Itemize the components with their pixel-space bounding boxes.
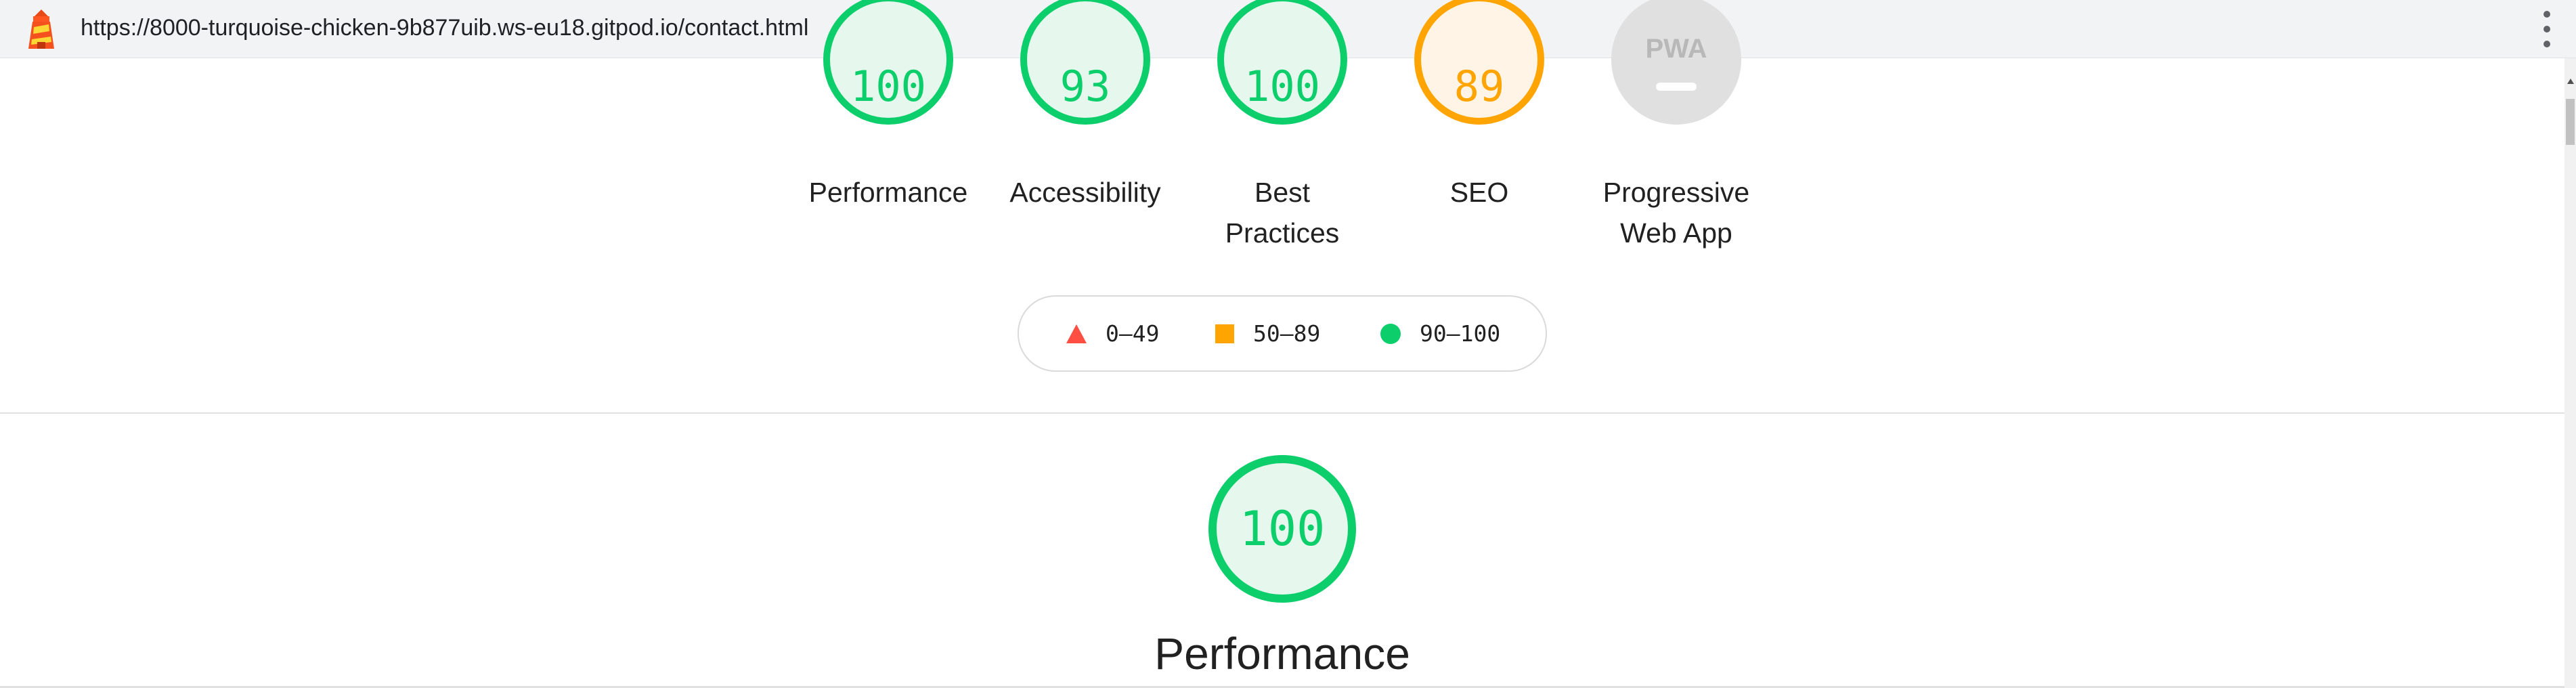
legend-pass-label: 90–100 (1420, 320, 1501, 347)
score-legend: 0–49 50–89 90–100 (1018, 295, 1547, 372)
scrollbar-thumb[interactable] (2566, 99, 2575, 145)
page-scrollbar[interactable] (2564, 58, 2576, 688)
pwa-badge-text: PWA (1645, 34, 1707, 64)
gauge-label: Performance (808, 177, 968, 208)
legend-fail-label: 0–49 (1106, 320, 1160, 347)
gauge-score: 100 (1239, 501, 1326, 557)
section-title: Performance (1154, 628, 1410, 679)
gauge-label-line1: Best (1254, 177, 1311, 208)
gauge-label-line1: Progressive (1602, 177, 1750, 208)
lighthouse-icon (28, 9, 54, 49)
section-divider (0, 412, 2564, 414)
gauge-label-line2: Practices (1225, 217, 1340, 249)
scroll-up-icon[interactable] (2567, 79, 2574, 84)
legend-average: 50–89 (1215, 297, 1320, 370)
gauge-performance[interactable]: 100 Performance (790, 0, 986, 261)
gauge-label: Accessibility (1009, 177, 1161, 208)
url-text[interactable]: https://8000-turquoise-chicken-9b877uib.… (81, 14, 808, 42)
legend-fail: 0–49 (1066, 297, 1159, 370)
gauge-label-line2: Web App (1620, 217, 1732, 249)
pwa-badge-icon: PWA (1611, 0, 1741, 125)
triangle-icon (1066, 324, 1087, 343)
gauge-score: 100 (850, 62, 926, 111)
square-icon (1215, 324, 1234, 343)
gauge-score: 93 (1060, 62, 1111, 111)
gauge-accessibility[interactable]: 93 Accessibility (987, 0, 1183, 261)
gauge-seo[interactable]: 89 SEO (1381, 0, 1577, 261)
legend-average-label: 50–89 (1253, 320, 1321, 347)
legend-pass: 90–100 (1380, 297, 1500, 370)
more-vert-icon[interactable] (2537, 8, 2556, 50)
gauge-score: 89 (1454, 62, 1505, 111)
circle-icon (1380, 323, 1401, 344)
gauge-label: SEO (1449, 177, 1509, 208)
pwa-dash (1656, 83, 1697, 91)
gauge-best-practices[interactable]: 100 Best Practices (1184, 0, 1380, 261)
gauge-score: 100 (1244, 62, 1320, 111)
gauge-pwa[interactable]: PWA Progressive Web App (1578, 0, 1774, 261)
